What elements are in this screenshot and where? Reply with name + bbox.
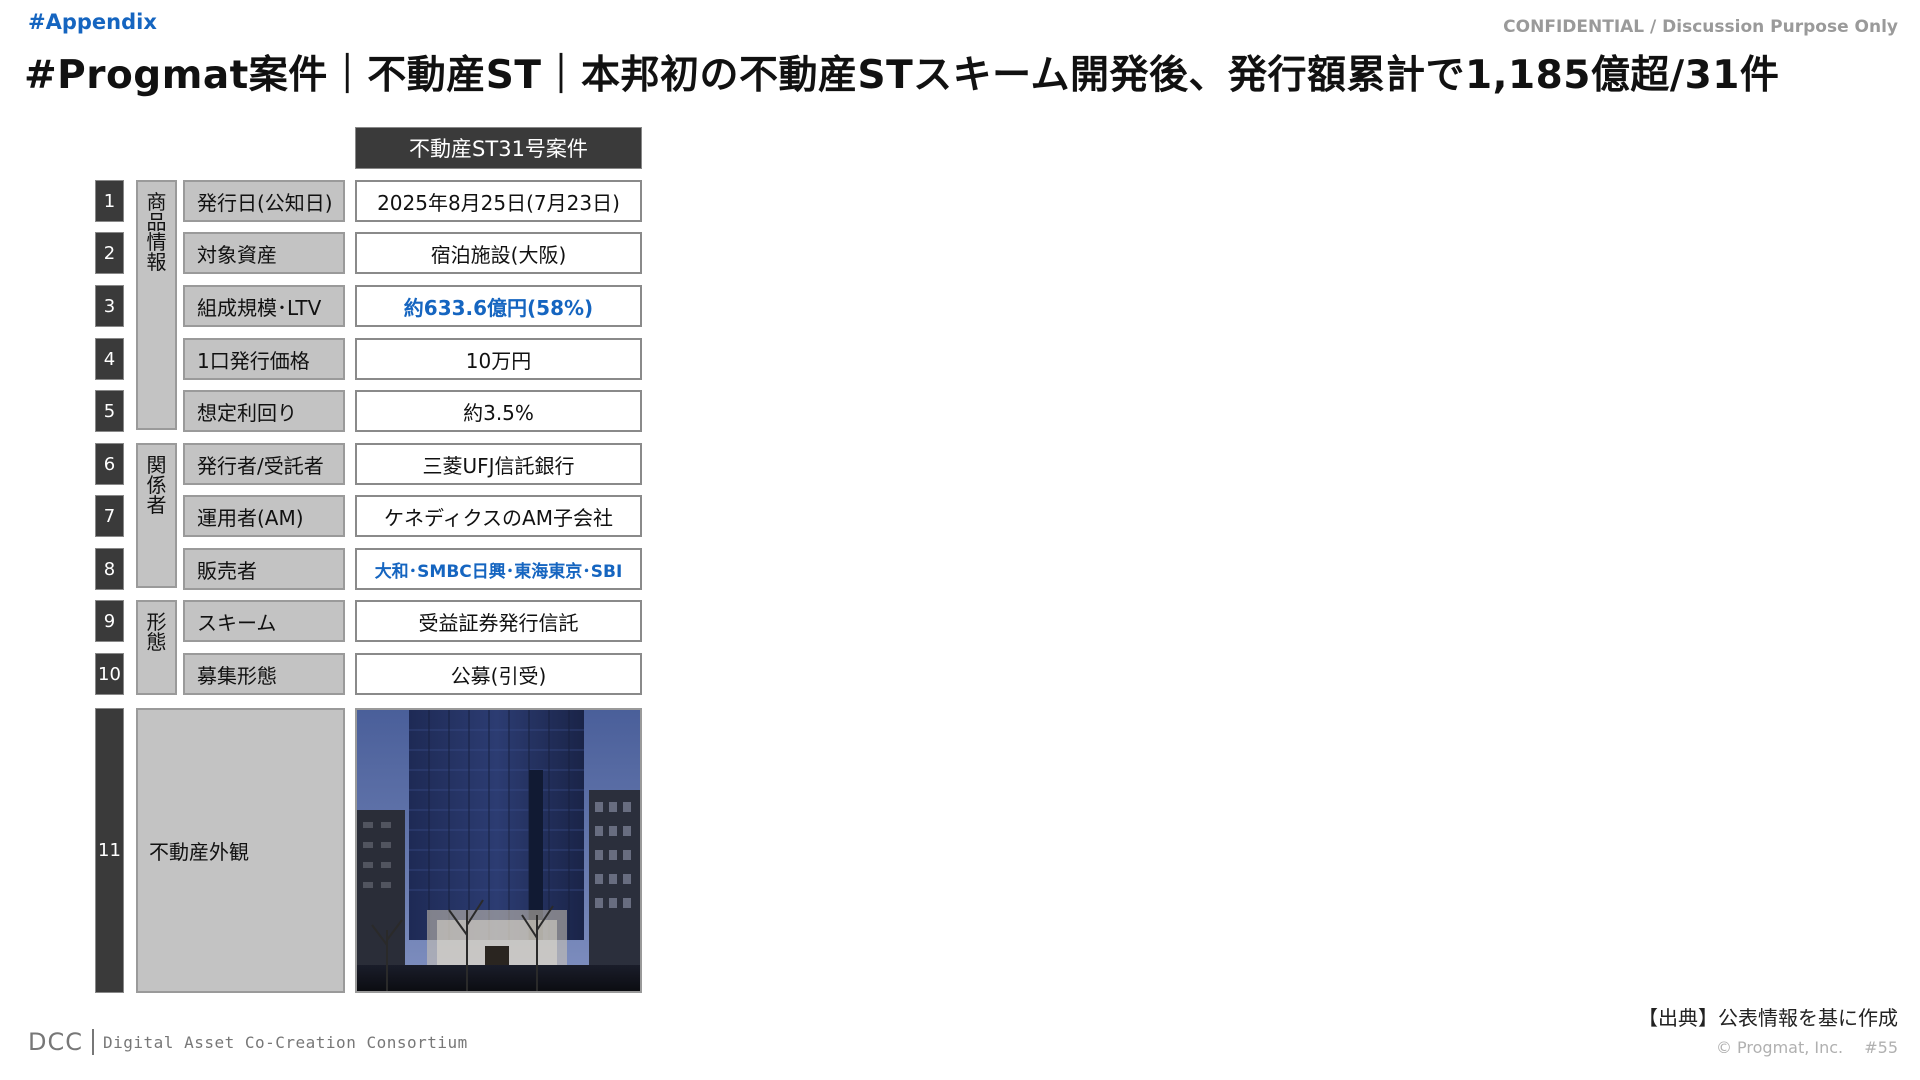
appendix-tag: #Appendix bbox=[28, 10, 157, 34]
row-number: 4 bbox=[95, 338, 124, 380]
group-label: 形態 bbox=[146, 610, 167, 654]
row-value: 宿泊施設(大阪) bbox=[355, 232, 642, 274]
row-label: 想定利回り bbox=[183, 390, 345, 432]
row-label: スキーム bbox=[183, 600, 345, 642]
row-value: 受益証券発行信託 bbox=[355, 600, 642, 642]
row-value: 約3.5% bbox=[355, 390, 642, 432]
page-title: #Progmat案件｜不動産ST｜本邦初の不動産STスキーム開発後、発行額累計で… bbox=[24, 53, 1780, 98]
group-form: 形態 bbox=[136, 600, 177, 695]
row-label: 対象資産 bbox=[183, 232, 345, 274]
row-value: ケネディクスのAM子会社 bbox=[355, 495, 642, 537]
row-value: 公募(引受) bbox=[355, 653, 642, 695]
copyright-page-number: © Progmat, Inc. #55 bbox=[1715, 1038, 1898, 1057]
row-value-highlight: 約633.6億円(58%) bbox=[355, 285, 642, 327]
row-number: 1 bbox=[95, 180, 124, 222]
building-exterior-photo bbox=[355, 708, 642, 993]
row-label: 運用者(AM) bbox=[183, 495, 345, 537]
row-label: 募集形態 bbox=[183, 653, 345, 695]
table-column-header: 不動産ST31号案件 bbox=[355, 127, 642, 169]
row-label: 発行日(公知日) bbox=[183, 180, 345, 222]
row-value-highlight: 大和･SMBC日興･東海東京･SBI bbox=[355, 548, 642, 590]
row-number: 9 bbox=[95, 600, 124, 642]
row-number: 7 bbox=[95, 495, 124, 537]
logo-name: Digital Asset Co-Creation Consortium bbox=[103, 1032, 468, 1052]
group-parties: 関係者 bbox=[136, 443, 177, 588]
row-label: 1口発行価格 bbox=[183, 338, 345, 380]
consortium-logo: DCC Digital Asset Co-Creation Consortium bbox=[28, 1028, 468, 1056]
row-number: 6 bbox=[95, 443, 124, 485]
row-value: 2025年8月25日(7月23日) bbox=[355, 180, 642, 222]
row-label: 発行者/受託者 bbox=[183, 443, 345, 485]
row-number: 3 bbox=[95, 285, 124, 327]
row-label: 販売者 bbox=[183, 548, 345, 590]
row-number: 5 bbox=[95, 390, 124, 432]
row-number: 8 bbox=[95, 548, 124, 590]
row-value: 10万円 bbox=[355, 338, 642, 380]
row-value: 三菱UFJ信託銀行 bbox=[355, 443, 642, 485]
group-product-info: 商品情報 bbox=[136, 180, 177, 430]
logo-divider bbox=[92, 1029, 94, 1055]
logo-abbreviation: DCC bbox=[28, 1028, 83, 1056]
row-label: 不動産外観 bbox=[136, 708, 345, 993]
group-label: 商品情報 bbox=[146, 190, 167, 274]
confidential-notice: CONFIDENTIAL / Discussion Purpose Only bbox=[1503, 17, 1898, 37]
row-label: 組成規模･LTV bbox=[183, 285, 345, 327]
row-number: 11 bbox=[95, 708, 124, 993]
row-number: 2 bbox=[95, 232, 124, 274]
group-label: 関係者 bbox=[146, 453, 167, 517]
row-number: 10 bbox=[95, 653, 124, 695]
source-note: 【出典】公表情報を基に作成 bbox=[1638, 1006, 1898, 1030]
